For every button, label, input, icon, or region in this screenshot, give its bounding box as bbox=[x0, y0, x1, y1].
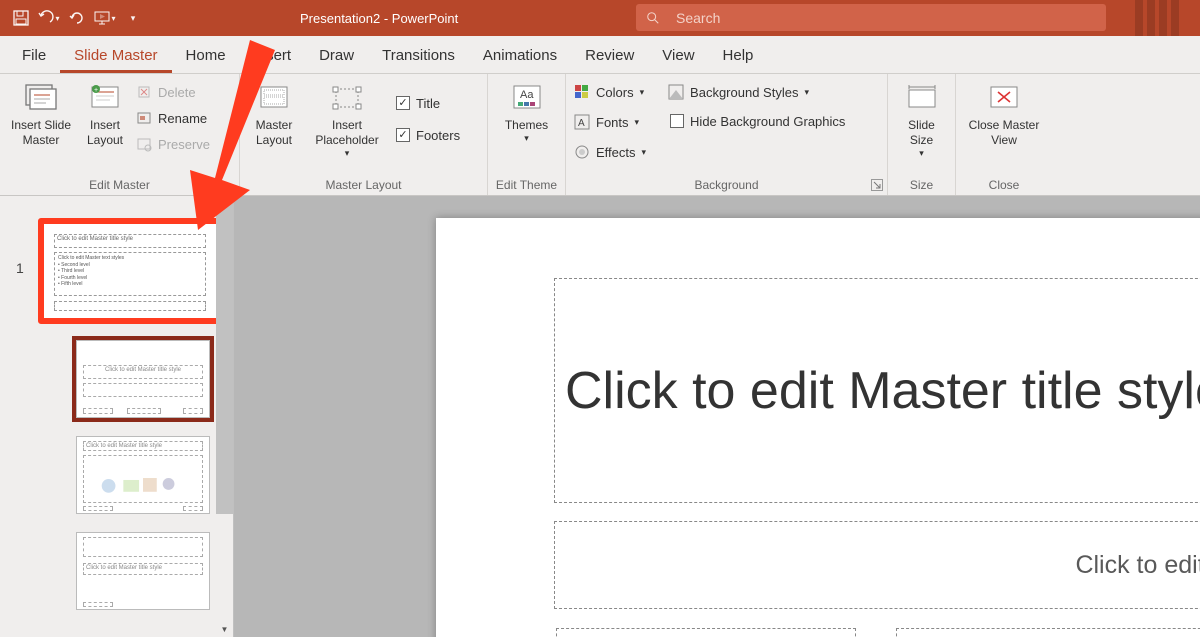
insert-layout-button[interactable]: + Insert Layout bbox=[80, 78, 130, 150]
slideshow-icon[interactable]: ▾ bbox=[94, 7, 116, 29]
group-background: Colors▾ AFonts▾ Effects▾ Background Styl… bbox=[566, 74, 888, 195]
search-box[interactable]: Search bbox=[636, 4, 1106, 31]
close-icon bbox=[989, 80, 1019, 116]
tab-review[interactable]: Review bbox=[571, 39, 648, 73]
svg-text:Aa: Aa bbox=[520, 89, 534, 101]
layout-thumbnail-1[interactable]: Click to edit Master title style bbox=[76, 340, 210, 418]
checkbox-icon bbox=[670, 114, 684, 128]
scroll-thumb[interactable] bbox=[216, 202, 233, 514]
ribbon: Insert Slide Master + Insert Layout Dele… bbox=[0, 74, 1200, 196]
title-placeholder[interactable]: Click to edit Master title style bbox=[554, 278, 1200, 503]
layout-icon: + bbox=[90, 80, 120, 116]
master-layout-button[interactable]: Master Layout bbox=[246, 78, 302, 150]
hide-bg-checkbox[interactable]: Hide Background Graphics bbox=[666, 110, 849, 132]
bg-col1: Colors▾ AFonts▾ Effects▾ bbox=[572, 78, 648, 164]
insert-slide-master-button[interactable]: Insert Slide Master bbox=[6, 78, 76, 150]
slide-size-button[interactable]: Slide Size▾ bbox=[894, 78, 949, 161]
group-label-background: Background bbox=[572, 176, 881, 193]
subtitle-placeholder[interactable]: Click to edit Master subtitle style bbox=[554, 521, 1200, 609]
tab-animations[interactable]: Animations bbox=[469, 39, 571, 73]
ribbon-tabs: File Slide Master Home Insert Draw Trans… bbox=[0, 36, 1200, 74]
title-bar: ▾ ▾ ▾ Presentation2 - PowerPoint Search bbox=[0, 0, 1200, 36]
undo-icon[interactable]: ▾ bbox=[38, 7, 60, 29]
tab-view[interactable]: View bbox=[648, 39, 708, 73]
tab-slide-master[interactable]: Slide Master bbox=[60, 39, 171, 73]
footer-placeholder[interactable] bbox=[896, 628, 1200, 637]
insert-placeholder-button[interactable]: Insert Placeholder ▾ bbox=[306, 78, 388, 161]
title-checkbox[interactable]: Title bbox=[392, 92, 464, 114]
fonts-icon: A bbox=[574, 114, 590, 130]
slide-canvas[interactable]: Click to edit Master title style Click t… bbox=[436, 218, 1200, 637]
slide-size-icon bbox=[906, 80, 938, 116]
title-footers-col: Title Footers bbox=[392, 78, 464, 146]
redo-icon[interactable] bbox=[66, 7, 88, 29]
thumb-body-ph: Click to edit Master text styles • Secon… bbox=[54, 252, 206, 296]
title-decor bbox=[1135, 0, 1190, 36]
delete-button: Delete bbox=[134, 80, 212, 104]
group-master-layout: Master Layout Insert Placeholder ▾ Title… bbox=[240, 74, 488, 195]
tab-transitions[interactable]: Transitions bbox=[368, 39, 469, 73]
thumb-scrollbar[interactable]: ▲ ▼ bbox=[216, 196, 233, 637]
search-placeholder: Search bbox=[676, 10, 720, 26]
edit-master-stack: Delete Rename Preserve bbox=[134, 78, 212, 156]
footers-checkbox[interactable]: Footers bbox=[392, 124, 464, 146]
placeholder-icon bbox=[332, 80, 362, 116]
tab-insert[interactable]: Insert bbox=[240, 39, 306, 73]
delete-icon bbox=[136, 84, 152, 100]
group-label-close: Close bbox=[962, 176, 1046, 193]
workspace: 1 Click to edit Master title style Click… bbox=[0, 196, 1200, 637]
preserve-button: Preserve bbox=[134, 132, 212, 156]
preserve-icon bbox=[136, 136, 152, 152]
group-label-master-layout: Master Layout bbox=[246, 176, 481, 193]
checkbox-icon bbox=[396, 96, 410, 110]
thumb-title-ph: Click to edit Master title style bbox=[54, 234, 206, 248]
background-styles-button[interactable]: Background Styles▾ bbox=[666, 80, 849, 104]
master-index: 1 bbox=[16, 260, 24, 276]
window-title: Presentation2 - PowerPoint bbox=[300, 0, 458, 36]
themes-icon: Aa bbox=[512, 80, 542, 116]
fonts-button[interactable]: AFonts▾ bbox=[572, 110, 648, 134]
rename-button[interactable]: Rename bbox=[134, 106, 212, 130]
save-icon[interactable] bbox=[10, 7, 32, 29]
colors-icon bbox=[574, 84, 590, 100]
group-label-edit-theme: Edit Theme bbox=[494, 176, 559, 193]
group-close: Close Master View Close bbox=[956, 74, 1052, 195]
svg-text:+: + bbox=[94, 87, 98, 94]
quick-access-toolbar: ▾ ▾ ▾ bbox=[0, 0, 154, 36]
tab-home[interactable]: Home bbox=[172, 39, 240, 73]
effects-icon bbox=[574, 144, 590, 160]
thumb-foot-ph bbox=[54, 301, 206, 311]
svg-text:A: A bbox=[578, 118, 585, 129]
tab-draw[interactable]: Draw bbox=[305, 39, 368, 73]
bg-styles-icon bbox=[668, 84, 684, 100]
slide-master-thumbnail[interactable]: Click to edit Master title style Click t… bbox=[38, 218, 222, 324]
bg-col2: Background Styles▾ Hide Background Graph… bbox=[666, 78, 849, 132]
layout-thumbnail-2[interactable]: Click to edit Master title style bbox=[76, 436, 210, 514]
effects-button[interactable]: Effects▾ bbox=[572, 140, 648, 164]
rename-icon bbox=[136, 110, 152, 126]
background-launcher-icon[interactable] bbox=[871, 179, 883, 191]
master-layout-icon bbox=[259, 80, 289, 116]
group-edit-theme: Aa Themes▾ Edit Theme bbox=[488, 74, 566, 195]
tab-help[interactable]: Help bbox=[709, 39, 768, 73]
group-size: Slide Size▾ Size bbox=[888, 74, 956, 195]
search-icon bbox=[646, 11, 660, 25]
group-label-size: Size bbox=[894, 176, 949, 193]
group-label-edit-master: Edit Master bbox=[6, 176, 233, 193]
group-edit-master: Insert Slide Master + Insert Layout Dele… bbox=[0, 74, 240, 195]
thumbnail-panel[interactable]: 1 Click to edit Master title style Click… bbox=[0, 196, 234, 637]
date-placeholder[interactable] bbox=[556, 628, 856, 637]
close-master-view-button[interactable]: Close Master View bbox=[962, 78, 1046, 150]
qat-customize-icon[interactable]: ▾ bbox=[122, 7, 144, 29]
themes-button[interactable]: Aa Themes▾ bbox=[496, 78, 558, 146]
slide-master-icon bbox=[24, 80, 58, 116]
colors-button[interactable]: Colors▾ bbox=[572, 80, 648, 104]
scroll-down-icon[interactable]: ▼ bbox=[216, 621, 233, 637]
slide-edit-area[interactable]: Click to edit Master title style Click t… bbox=[234, 196, 1200, 637]
tab-file[interactable]: File bbox=[8, 39, 60, 73]
checkbox-icon bbox=[396, 128, 410, 142]
layout-thumbnail-3[interactable]: Click to edit Master title style bbox=[76, 532, 210, 610]
